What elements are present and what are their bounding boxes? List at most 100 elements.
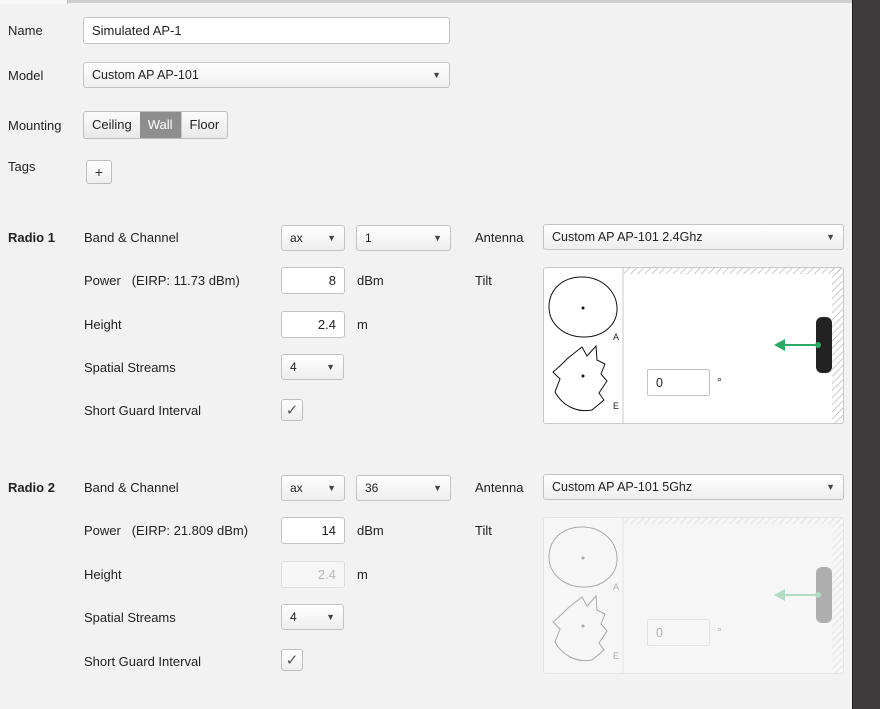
degree-symbol: ° bbox=[717, 375, 722, 389]
radio-1-tilt-widget: A E 0 ° bbox=[543, 267, 844, 424]
ceiling-hatch bbox=[624, 268, 843, 274]
radio-2-tilt-value: 0 bbox=[656, 625, 663, 640]
chevron-down-icon: ▼ bbox=[327, 483, 336, 493]
ceiling-hatch bbox=[624, 518, 843, 524]
wall-hatch bbox=[832, 268, 843, 423]
radio-2-antenna-label: Antenna bbox=[475, 480, 524, 495]
radio-2-antenna-select[interactable]: Custom AP AP-101 5Ghz ▼ bbox=[543, 474, 844, 500]
model-label: Model bbox=[8, 68, 44, 83]
mounting-option-ceiling[interactable]: Ceiling bbox=[84, 112, 140, 138]
radio-1-power-unit: dBm bbox=[357, 273, 384, 288]
active-tab-stub[interactable] bbox=[0, 0, 68, 4]
radio-2-power-input[interactable]: 14 bbox=[281, 517, 345, 544]
name-input[interactable]: Simulated AP-1 bbox=[83, 17, 450, 44]
mounting-segmented-control: Ceiling Wall Floor bbox=[83, 111, 229, 139]
background-canvas-strip bbox=[852, 0, 880, 709]
elevation-label: E bbox=[613, 651, 620, 661]
mounting-option-floor[interactable]: Floor bbox=[180, 112, 228, 138]
radio-2-tilt-input: 0 bbox=[647, 619, 710, 646]
add-tag-button[interactable]: + bbox=[86, 160, 112, 184]
elevation-label: E bbox=[613, 401, 620, 411]
radio-1-title: Radio 1 bbox=[8, 230, 55, 245]
radio-2-height-unit: m bbox=[357, 567, 368, 582]
radio-1-power-label: Power (EIRP: 11.73 dBm) bbox=[84, 273, 240, 289]
radio-2-sgi-checkbox[interactable]: ✓ bbox=[281, 649, 303, 671]
radio-2-channel-value: 36 bbox=[365, 481, 379, 495]
radio-1-band-value: ax bbox=[290, 231, 303, 245]
chevron-down-icon: ▼ bbox=[432, 70, 441, 80]
radio-1-sgi-label: Short Guard Interval bbox=[84, 403, 202, 418]
chevron-down-icon: ▼ bbox=[326, 362, 335, 372]
radio-1-streams-label: Spatial Streams bbox=[84, 360, 176, 375]
radio-2-height-input: 2.4 bbox=[281, 561, 345, 588]
radio-1-tilt-input[interactable]: 0 bbox=[647, 369, 710, 396]
azimuth-center-dot bbox=[581, 556, 585, 560]
radio-1-power-input[interactable]: 8 bbox=[281, 267, 345, 294]
radio-2-title: Radio 2 bbox=[8, 480, 55, 495]
radio-1-height-label: Height bbox=[84, 317, 122, 332]
degree-symbol: ° bbox=[717, 625, 722, 639]
radio-1-streams-select[interactable]: 4 ▼ bbox=[281, 354, 344, 380]
checkmark-icon: ✓ bbox=[285, 651, 299, 669]
radio-2-height-value: 2.4 bbox=[317, 567, 336, 582]
azimuth-label: A bbox=[613, 332, 620, 342]
radio-1-band-select[interactable]: ax ▼ bbox=[281, 225, 345, 251]
radio-1-antenna-value: Custom AP AP-101 2.4Ghz bbox=[552, 230, 703, 244]
chevron-down-icon: ▼ bbox=[433, 483, 442, 493]
elevation-center-dot bbox=[581, 624, 585, 628]
azimuth-center-dot bbox=[581, 306, 585, 310]
tilt-handle bbox=[815, 592, 821, 598]
mounting-option-wall[interactable]: Wall bbox=[139, 112, 181, 138]
radio-1-eirp: (EIRP: 11.73 dBm) bbox=[131, 273, 240, 288]
radio-1-antenna-select[interactable]: Custom AP AP-101 2.4Ghz ▼ bbox=[543, 224, 844, 250]
antenna-pattern-diagram bbox=[548, 518, 843, 673]
chevron-down-icon: ▼ bbox=[433, 233, 442, 243]
radio-1-height-unit: m bbox=[357, 317, 368, 332]
radio-2-band-label: Band & Channel bbox=[84, 480, 179, 495]
radio-2-power-label: Power (EIRP: 21.809 dBm) bbox=[84, 523, 248, 539]
tilt-handle[interactable] bbox=[815, 342, 821, 348]
radio-2-height-label: Height bbox=[84, 567, 122, 582]
elevation-center-dot bbox=[581, 374, 585, 378]
radio-1-height-value: 2.4 bbox=[317, 317, 336, 332]
chevron-down-icon: ▼ bbox=[826, 232, 835, 242]
radio-1-channel-select[interactable]: 1 ▼ bbox=[356, 225, 451, 251]
checkmark-icon: ✓ bbox=[285, 401, 299, 419]
radio-1-height-input[interactable]: 2.4 bbox=[281, 311, 345, 338]
radio-2-streams-label: Spatial Streams bbox=[84, 610, 176, 625]
radio-1-band-label: Band & Channel bbox=[84, 230, 179, 245]
chevron-down-icon: ▼ bbox=[327, 233, 336, 243]
tilt-arrow-head bbox=[774, 589, 785, 601]
radio-2-band-value: ax bbox=[290, 481, 303, 495]
mounting-label: Mounting bbox=[8, 118, 62, 133]
panel-edge bbox=[852, 0, 853, 709]
model-select[interactable]: Custom AP AP-101 ▼ bbox=[83, 62, 450, 88]
name-input-value: Simulated AP-1 bbox=[92, 23, 182, 38]
radio-2-antenna-value: Custom AP AP-101 5Ghz bbox=[552, 480, 693, 494]
top-border bbox=[0, 0, 880, 3]
antenna-pattern-diagram bbox=[548, 268, 843, 423]
radio-1-tilt-label: Tilt bbox=[475, 273, 492, 288]
tags-label: Tags bbox=[8, 159, 36, 174]
radio-2-tilt-widget: A E 0 ° bbox=[543, 517, 844, 674]
wall-hatch bbox=[832, 518, 843, 673]
radio-2-power-value: 14 bbox=[321, 523, 336, 538]
model-select-value: Custom AP AP-101 bbox=[92, 68, 199, 82]
radio-1-sgi-checkbox[interactable]: ✓ bbox=[281, 399, 303, 421]
elevation-pattern-shape bbox=[552, 594, 608, 662]
radio-2-band-select[interactable]: ax ▼ bbox=[281, 475, 345, 501]
radio-1-power-value: 8 bbox=[328, 273, 336, 288]
radio-2-channel-select[interactable]: 36 ▼ bbox=[356, 475, 451, 501]
name-label: Name bbox=[8, 23, 43, 38]
radio-2-eirp: (EIRP: 21.809 dBm) bbox=[131, 523, 249, 538]
azimuth-label: A bbox=[613, 582, 620, 592]
radio-1-antenna-label: Antenna bbox=[475, 230, 524, 245]
plus-icon: + bbox=[94, 164, 104, 180]
radio-2-power-unit: dBm bbox=[357, 523, 384, 538]
elevation-pattern-shape bbox=[552, 344, 608, 412]
chevron-down-icon: ▼ bbox=[326, 612, 335, 622]
radio-2-streams-select[interactable]: 4 ▼ bbox=[281, 604, 344, 630]
radio-2-sgi-label: Short Guard Interval bbox=[84, 654, 202, 669]
chevron-down-icon: ▼ bbox=[826, 482, 835, 492]
radio-1-streams-value: 4 bbox=[290, 360, 297, 374]
